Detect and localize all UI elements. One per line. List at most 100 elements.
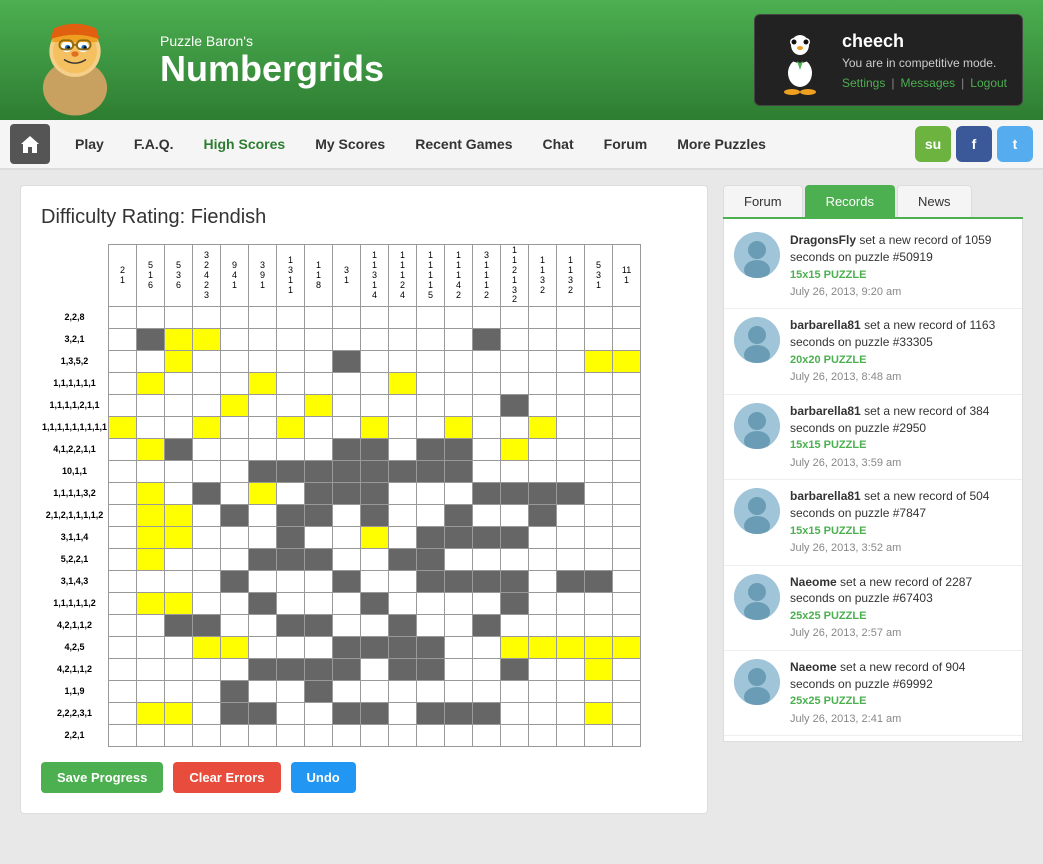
record-username[interactable]: barbarella81 — [790, 489, 861, 503]
grid-cell[interactable] — [389, 615, 417, 637]
grid-cell[interactable] — [529, 725, 557, 747]
grid-cell[interactable] — [249, 417, 277, 439]
nav-faq[interactable]: F.A.Q. — [119, 119, 189, 169]
grid-cell[interactable] — [361, 373, 389, 395]
grid-cell[interactable] — [249, 527, 277, 549]
grid-cell[interactable] — [417, 329, 445, 351]
grid-cell[interactable] — [137, 681, 165, 703]
grid-cell[interactable] — [305, 395, 333, 417]
grid-cell[interactable] — [249, 549, 277, 571]
grid-cell[interactable] — [137, 505, 165, 527]
grid-cell[interactable] — [501, 637, 529, 659]
grid-cell[interactable] — [501, 615, 529, 637]
grid-cell[interactable] — [585, 725, 613, 747]
grid-cell[interactable] — [109, 593, 137, 615]
grid-cell[interactable] — [333, 351, 361, 373]
grid-cell[interactable] — [501, 593, 529, 615]
nav-highscores[interactable]: High Scores — [188, 119, 300, 169]
grid-cell[interactable] — [417, 571, 445, 593]
grid-cell[interactable] — [529, 505, 557, 527]
grid-cell[interactable] — [445, 637, 473, 659]
grid-cell[interactable] — [501, 395, 529, 417]
grid-cell[interactable] — [473, 417, 501, 439]
facebook-button[interactable]: f — [956, 126, 992, 162]
grid-cell[interactable] — [305, 681, 333, 703]
grid-cell[interactable] — [529, 329, 557, 351]
grid-cell[interactable] — [557, 725, 585, 747]
save-button[interactable]: Save Progress — [41, 762, 163, 793]
grid-cell[interactable] — [109, 307, 137, 329]
grid-cell[interactable] — [417, 637, 445, 659]
grid-cell[interactable] — [333, 461, 361, 483]
grid-cell[interactable] — [137, 351, 165, 373]
grid-cell[interactable] — [445, 659, 473, 681]
grid-cell[interactable] — [417, 417, 445, 439]
grid-cell[interactable] — [137, 373, 165, 395]
grid-cell[interactable] — [221, 681, 249, 703]
grid-cell[interactable] — [501, 417, 529, 439]
grid-cell[interactable] — [473, 461, 501, 483]
grid-cell[interactable] — [193, 703, 221, 725]
grid-cell[interactable] — [585, 659, 613, 681]
grid-cell[interactable] — [445, 439, 473, 461]
grid-cell[interactable] — [529, 461, 557, 483]
grid-cell[interactable] — [333, 593, 361, 615]
grid-cell[interactable] — [557, 549, 585, 571]
grid-cell[interactable] — [613, 615, 641, 637]
grid-cell[interactable] — [333, 615, 361, 637]
grid-cell[interactable] — [277, 505, 305, 527]
grid-cell[interactable] — [305, 549, 333, 571]
grid-cell[interactable] — [277, 373, 305, 395]
grid-cell[interactable] — [389, 703, 417, 725]
grid-cell[interactable] — [445, 351, 473, 373]
grid-cell[interactable] — [557, 637, 585, 659]
grid-cell[interactable] — [473, 439, 501, 461]
grid-cell[interactable] — [193, 461, 221, 483]
grid-cell[interactable] — [305, 373, 333, 395]
grid-cell[interactable] — [557, 703, 585, 725]
grid-cell[interactable] — [557, 351, 585, 373]
grid-cell[interactable] — [165, 307, 193, 329]
grid-cell[interactable] — [473, 615, 501, 637]
grid-cell[interactable] — [473, 307, 501, 329]
grid-cell[interactable] — [221, 571, 249, 593]
grid-cell[interactable] — [361, 483, 389, 505]
grid-cell[interactable] — [109, 615, 137, 637]
grid-cell[interactable] — [585, 329, 613, 351]
grid-cell[interactable] — [137, 593, 165, 615]
grid-cell[interactable] — [249, 307, 277, 329]
twitter-button[interactable]: t — [997, 126, 1033, 162]
grid-cell[interactable] — [109, 461, 137, 483]
grid-cell[interactable] — [109, 373, 137, 395]
grid-cell[interactable] — [613, 593, 641, 615]
grid-cell[interactable] — [277, 527, 305, 549]
grid-cell[interactable] — [361, 417, 389, 439]
grid-cell[interactable] — [501, 703, 529, 725]
home-button[interactable] — [10, 124, 50, 164]
grid-cell[interactable] — [277, 725, 305, 747]
grid-cell[interactable] — [473, 703, 501, 725]
grid-cell[interactable] — [305, 439, 333, 461]
grid-cell[interactable] — [305, 505, 333, 527]
grid-cell[interactable] — [305, 659, 333, 681]
grid-cell[interactable] — [109, 571, 137, 593]
grid-cell[interactable] — [473, 637, 501, 659]
grid-cell[interactable] — [165, 483, 193, 505]
grid-cell[interactable] — [417, 527, 445, 549]
grid-cell[interactable] — [613, 373, 641, 395]
grid-cell[interactable] — [221, 703, 249, 725]
grid-cell[interactable] — [557, 461, 585, 483]
grid-cell[interactable] — [613, 681, 641, 703]
tab-forum[interactable]: Forum — [723, 185, 803, 217]
grid-cell[interactable] — [193, 725, 221, 747]
grid-cell[interactable] — [333, 571, 361, 593]
grid-cell[interactable] — [109, 725, 137, 747]
grid-cell[interactable] — [389, 659, 417, 681]
grid-cell[interactable] — [501, 527, 529, 549]
grid-cell[interactable] — [613, 417, 641, 439]
grid-cell[interactable] — [193, 659, 221, 681]
grid-cell[interactable] — [585, 483, 613, 505]
grid-cell[interactable] — [473, 329, 501, 351]
grid-cell[interactable] — [249, 351, 277, 373]
grid-cell[interactable] — [165, 659, 193, 681]
